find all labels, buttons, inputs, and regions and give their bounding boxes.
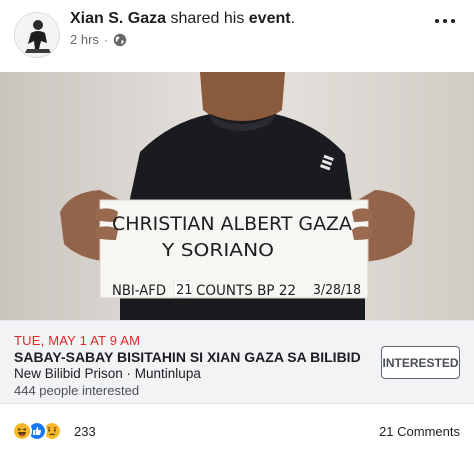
- more-options-icon[interactable]: [430, 10, 460, 32]
- post-author-line: Xian S. Gaza shared his event.: [70, 10, 295, 28]
- author-name[interactable]: Xian S. Gaza: [70, 10, 166, 27]
- meta-separator: ·: [103, 32, 108, 47]
- sign-count: 21: [176, 283, 193, 298]
- more-dot: [443, 19, 447, 23]
- event-location: New Bilibid Prison · Muntinlupa: [14, 366, 201, 381]
- post-meta: 2 hrs ·: [70, 32, 127, 47]
- more-dot: [435, 19, 439, 23]
- avatar[interactable]: [14, 12, 60, 58]
- sign-line-3a: NBI-AFD: [112, 283, 166, 299]
- haha-icon: [12, 421, 32, 441]
- more-dot: [451, 19, 455, 23]
- interested-button[interactable]: INTERESTED: [381, 346, 460, 379]
- event-cover-photo[interactable]: CHRISTIAN ALBERT GAZA Y SORIANO NBI-AFD …: [0, 72, 474, 320]
- reaction-bar: 233 21 Comments: [0, 410, 474, 450]
- event-date: TUE, MAY 1 AT 9 AM: [14, 333, 141, 348]
- sign-date: 3/28/18: [313, 283, 361, 298]
- post-header: Xian S. Gaza shared his event. 2 hrs ·: [0, 0, 474, 72]
- globe-icon[interactable]: [113, 33, 127, 47]
- sign-line-1: CHRISTIAN ALBERT GAZA: [112, 213, 352, 235]
- comments-count-link[interactable]: 21 Comments: [379, 424, 460, 439]
- event-title[interactable]: SABAY-SABAY BISITAHIN SI XIAN GAZA SA BI…: [14, 349, 361, 365]
- event-interested-count: 444 people interested: [14, 383, 140, 398]
- action-text: shared his: [166, 10, 249, 27]
- sign-line-3b: COUNTS BP 22: [196, 283, 296, 299]
- reaction-icons[interactable]: [12, 421, 62, 441]
- event-link[interactable]: event: [249, 10, 291, 27]
- sign-line-2: Y SORIANO: [161, 240, 274, 261]
- event-info-card[interactable]: TUE, MAY 1 AT 9 AM SABAY-SABAY BISITAHIN…: [0, 320, 474, 404]
- action-suffix: .: [290, 10, 296, 27]
- reaction-count[interactable]: 233: [74, 424, 96, 439]
- post-timestamp[interactable]: 2 hrs: [70, 32, 99, 47]
